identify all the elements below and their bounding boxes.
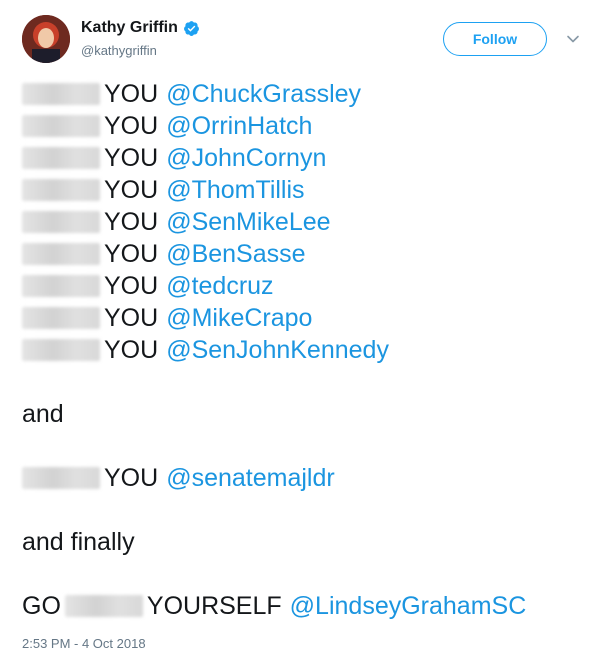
mention-line: YOU @tedcruz bbox=[22, 270, 592, 302]
mention-link[interactable]: @ChuckGrassley bbox=[166, 78, 361, 110]
chevron-down-icon[interactable] bbox=[566, 32, 580, 46]
mention-line: YOU @SenMikeLee bbox=[22, 206, 592, 238]
censored-word bbox=[64, 595, 143, 617]
you-word: YOU bbox=[104, 80, 159, 108]
and-text: and bbox=[22, 400, 64, 428]
mention-link[interactable]: @LindseyGrahamSC bbox=[290, 590, 527, 622]
finally-text: and finally bbox=[22, 528, 135, 556]
mention-link[interactable]: @OrrinHatch bbox=[166, 110, 312, 142]
censored-word bbox=[22, 147, 100, 169]
mention-link[interactable]: @JohnCornyn bbox=[166, 142, 326, 174]
censored-word bbox=[22, 243, 100, 265]
tweet-timestamp[interactable]: 2:53 PM - 4 Oct 2018 bbox=[22, 636, 146, 651]
final-line: GO YOURSELF @LindseyGrahamSC bbox=[22, 590, 592, 622]
tweet-text: YOU @ChuckGrassley YOU @OrrinHatch YOU @JohnC… bbox=[22, 78, 592, 622]
mention-line: YOU @SenJohnKennedy bbox=[22, 334, 592, 366]
censored-word bbox=[22, 179, 100, 201]
author-name-row: Kathy Griffin bbox=[81, 19, 200, 37]
you-word: YOU bbox=[104, 176, 159, 204]
you-word: YOU bbox=[104, 144, 159, 172]
follow-button[interactable]: Follow bbox=[443, 22, 547, 56]
censored-word bbox=[22, 275, 100, 297]
mention-line: YOU @ThomTillis bbox=[22, 174, 592, 206]
censored-word bbox=[22, 339, 100, 361]
author-display-name[interactable]: Kathy Griffin bbox=[81, 19, 178, 37]
you-word: YOU bbox=[104, 464, 159, 492]
mention-link[interactable]: @MikeCrapo bbox=[166, 302, 312, 334]
you-word: YOU bbox=[104, 208, 159, 236]
censored-word bbox=[22, 115, 100, 137]
censored-word bbox=[22, 467, 100, 489]
verified-badge-icon bbox=[183, 20, 200, 37]
mention-link[interactable]: @ThomTillis bbox=[166, 174, 304, 206]
author-handle[interactable]: @kathygriffin bbox=[81, 43, 157, 58]
you-word: YOU bbox=[104, 112, 159, 140]
mention-line: YOU @OrrinHatch bbox=[22, 110, 592, 142]
censored-word bbox=[22, 83, 100, 105]
mcconnell-line: YOU @senatemajldr bbox=[22, 462, 592, 494]
tweet-header: Kathy Griffin @kathygriffin Follow bbox=[0, 0, 603, 70]
mention-line: YOU @MikeCrapo bbox=[22, 302, 592, 334]
and-line: and bbox=[22, 398, 592, 430]
mention-link[interactable]: @tedcruz bbox=[166, 270, 273, 302]
yourself-word: YOURSELF bbox=[146, 592, 282, 620]
you-word: YOU bbox=[104, 336, 159, 364]
mention-line: YOU @ChuckGrassley bbox=[22, 78, 592, 110]
you-word: YOU bbox=[104, 304, 159, 332]
mention-link[interactable]: @SenJohnKennedy bbox=[166, 334, 389, 366]
mention-link[interactable]: @BenSasse bbox=[166, 238, 305, 270]
mention-link[interactable]: @SenMikeLee bbox=[166, 206, 330, 238]
finally-line: and finally bbox=[22, 526, 592, 558]
mention-link[interactable]: @senatemajldr bbox=[166, 462, 335, 494]
go-word: GO bbox=[22, 592, 61, 620]
censored-word bbox=[22, 307, 100, 329]
mention-line: YOU @JohnCornyn bbox=[22, 142, 592, 174]
you-word: YOU bbox=[104, 272, 159, 300]
you-word: YOU bbox=[104, 240, 159, 268]
censored-word bbox=[22, 211, 100, 233]
mention-lines: YOU @ChuckGrassley YOU @OrrinHatch YOU @JohnC… bbox=[22, 78, 592, 366]
avatar[interactable] bbox=[22, 15, 70, 63]
mention-line: YOU @BenSasse bbox=[22, 238, 592, 270]
